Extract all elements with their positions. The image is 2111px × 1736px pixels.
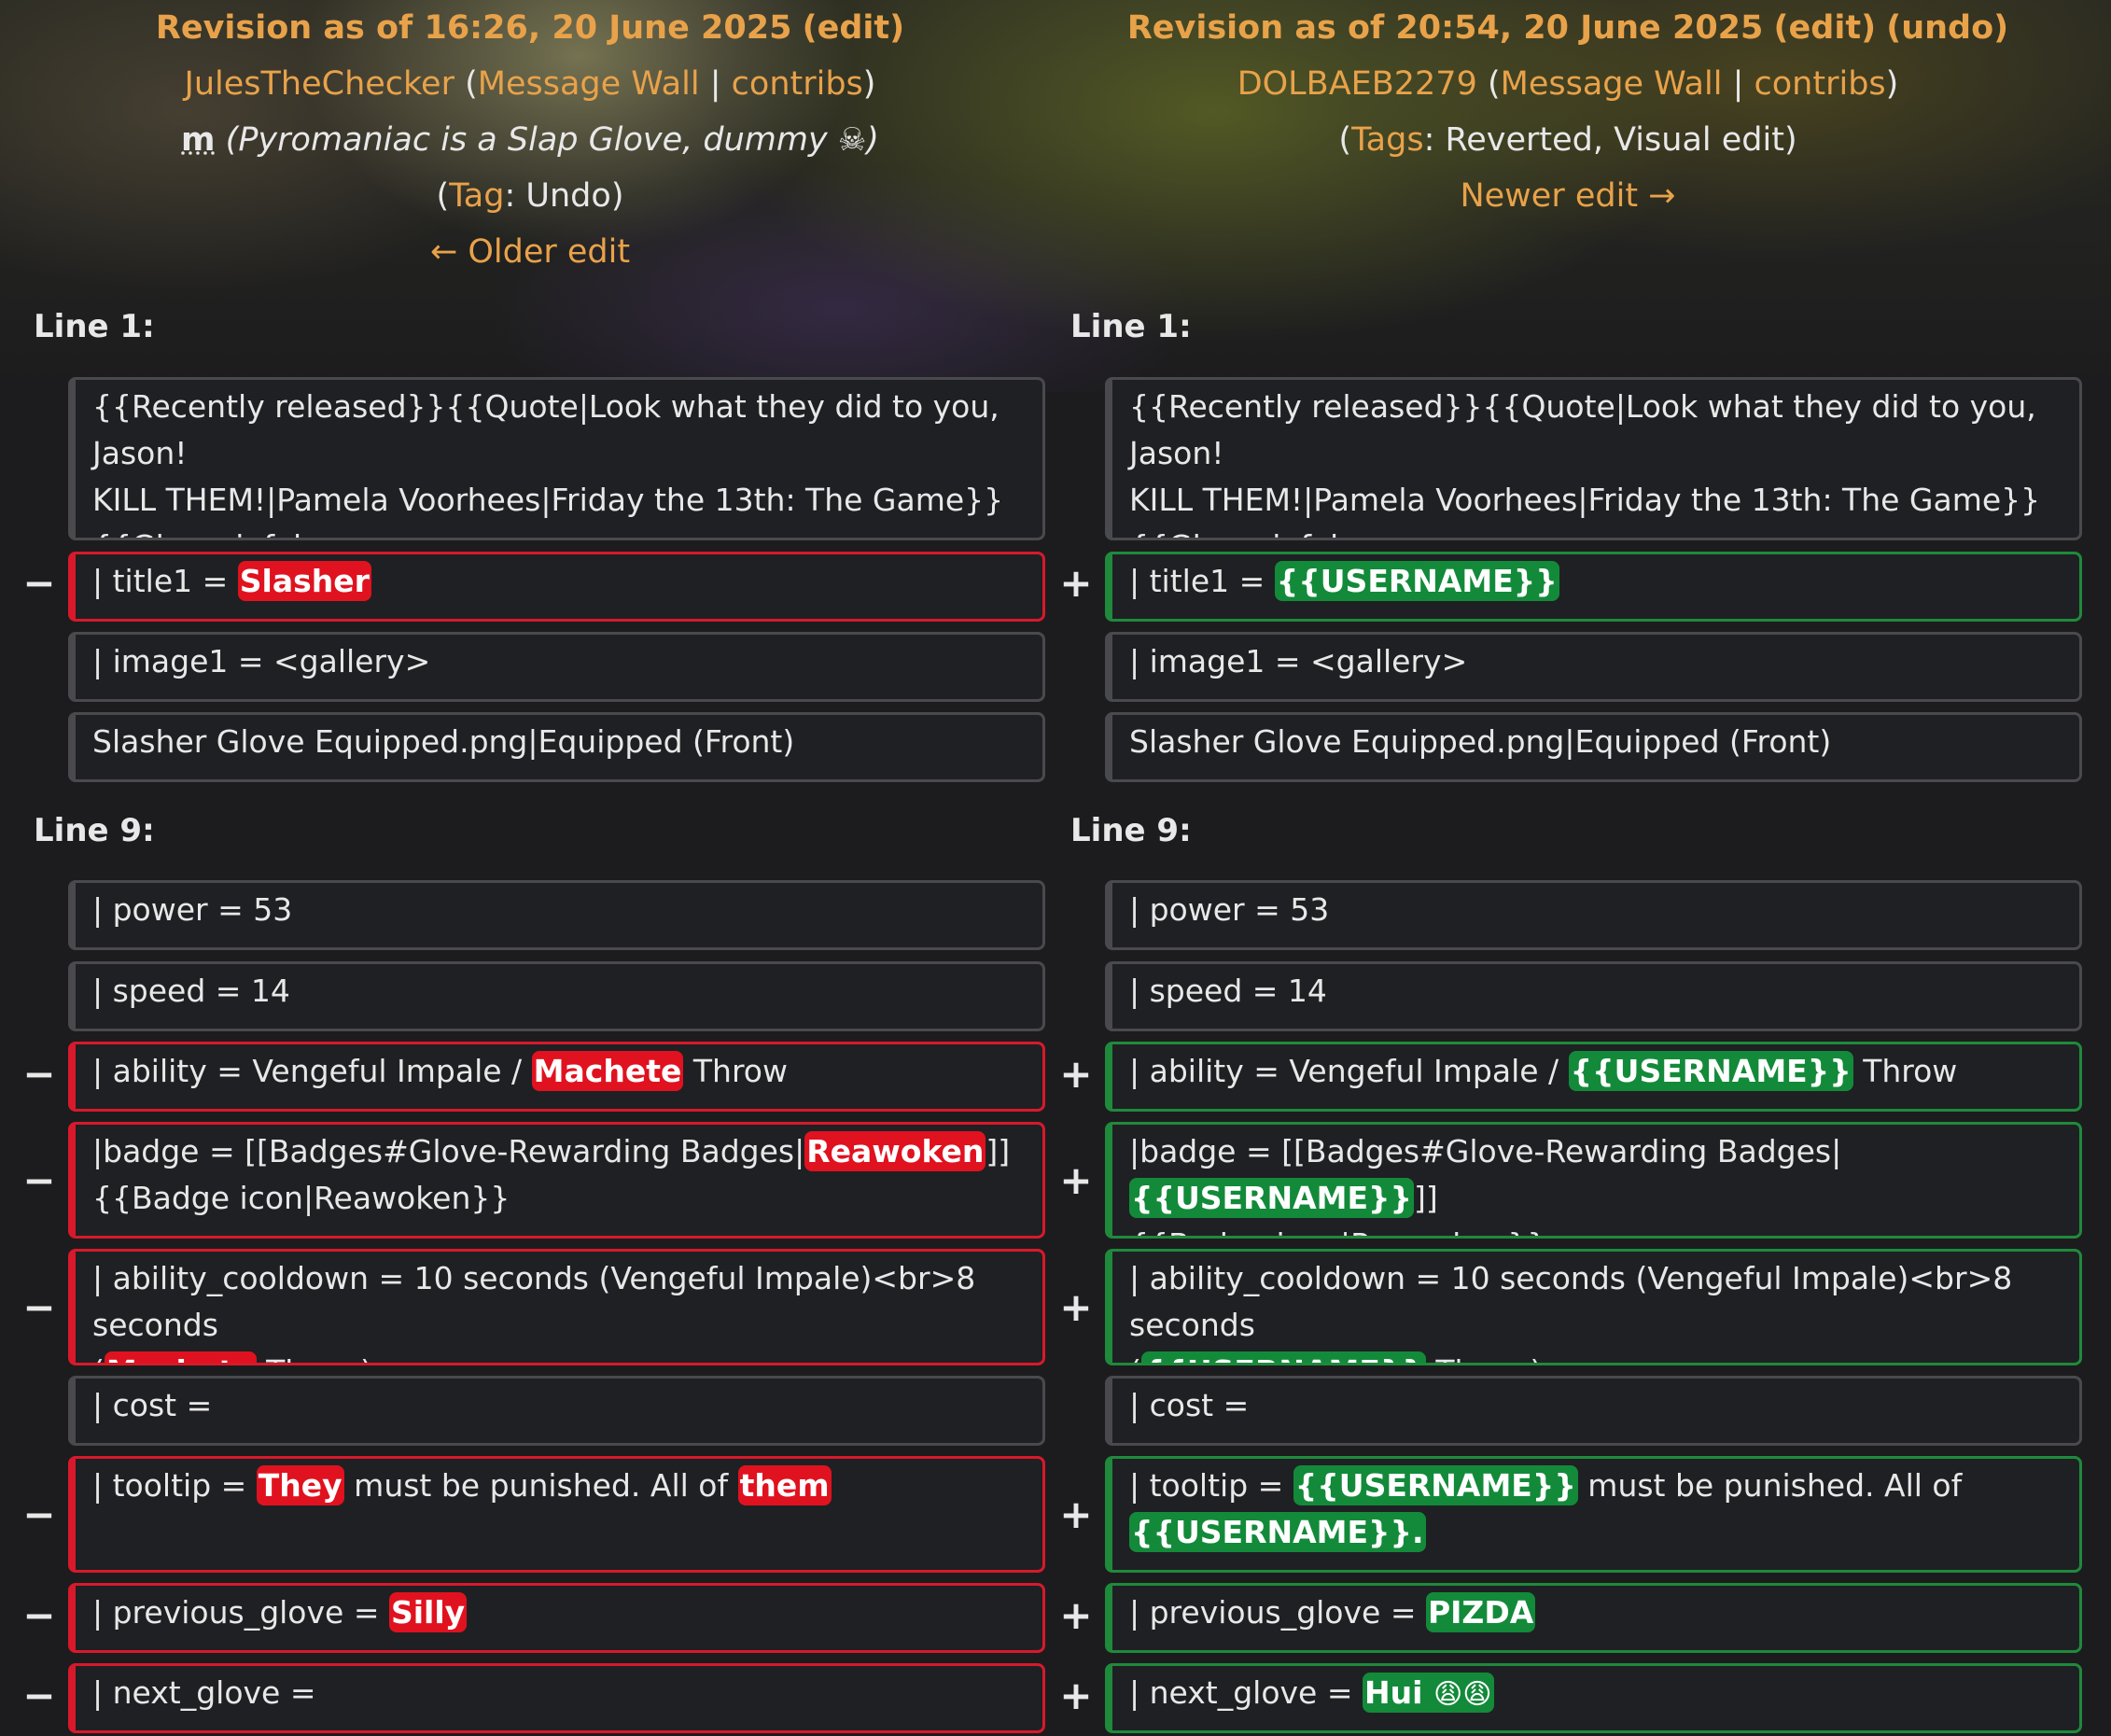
minor-edit-flag: m bbox=[181, 121, 216, 159]
newer-edit-link[interactable]: Newer edit → bbox=[1460, 177, 1675, 215]
new-revision-user[interactable]: DOLBAEB2279 bbox=[1237, 65, 1477, 103]
removed-text: Machete bbox=[531, 1051, 684, 1091]
new-revision-message-wall[interactable]: Message Wall bbox=[1501, 65, 1723, 103]
removed-line-marker: − bbox=[22, 1673, 56, 1718]
diff-context-row: {{Recently released}}{{Quote|Look what t… bbox=[68, 377, 1045, 540]
added-line-marker: + bbox=[1059, 1592, 1093, 1638]
removed-line-marker: − bbox=[22, 1491, 56, 1537]
diff-removed-row: | title1 = Slasher bbox=[68, 552, 1045, 622]
old-revision-user-line: JulesTheChecker (Message Wall | contribs… bbox=[184, 65, 876, 103]
removed-line-marker: − bbox=[22, 1284, 56, 1330]
removed-line-marker: − bbox=[22, 1051, 56, 1097]
diff-added-row: | next_glove = Hui 😩😩 bbox=[1105, 1663, 2082, 1733]
old-revision-contribs[interactable]: contribs bbox=[732, 65, 863, 103]
diff-added-row: | previous_glove = PIZDA bbox=[1105, 1583, 2082, 1653]
added-text: {{USERNAME}} bbox=[1568, 1051, 1853, 1091]
new-revision-contribs[interactable]: contribs bbox=[1755, 65, 1886, 103]
added-line-marker: + bbox=[1059, 1491, 1093, 1537]
diff-removed-row: | ability_cooldown = 10 seconds (Vengefu… bbox=[68, 1249, 1045, 1365]
diff-removed-row: | tooltip = They must be punished. All o… bbox=[68, 1456, 1045, 1573]
diff-removed-row: | previous_glove = Silly bbox=[68, 1583, 1045, 1653]
old-revision-tags-line: (Tag: Undo) bbox=[436, 177, 624, 215]
removed-text: Slasher bbox=[237, 561, 371, 601]
old-revision-tags-link[interactable]: Tag bbox=[449, 177, 504, 215]
diff-context-row: {{Recently released}}{{Quote|Look what t… bbox=[1105, 377, 2082, 540]
removed-text: Reawoken bbox=[804, 1131, 986, 1171]
old-revision-message-wall[interactable]: Message Wall bbox=[478, 65, 700, 103]
old-revision-header: Revision as of 16:26, 20 June 2025 (edit… bbox=[63, 0, 997, 280]
old-revision-title-line: Revision as of 16:26, 20 June 2025 (edit… bbox=[155, 9, 905, 47]
new-revision-tags-line: (Tags: Reverted, Visual edit) bbox=[1338, 121, 1797, 159]
added-text: Hui 😩😩 bbox=[1363, 1673, 1494, 1713]
added-text: {{USERNAME}} bbox=[1293, 1465, 1578, 1505]
diff-context-row: Slasher Glove Equipped.png|Equipped (Fro… bbox=[68, 712, 1045, 782]
diff-added-row: |badge = [[Badges#Glove-Rewarding Badges… bbox=[1105, 1122, 2082, 1239]
diff-context-row: | speed = 14 bbox=[68, 961, 1045, 1031]
old-revision-user[interactable]: JulesTheChecker bbox=[185, 65, 454, 103]
old-revision-summary-line: m (Pyromaniac is a Slap Glove, dummy ☠) bbox=[181, 121, 879, 159]
undo-link[interactable]: undo bbox=[1901, 9, 1993, 47]
edit-summary: Pyromaniac is a Slap Glove, dummy bbox=[238, 121, 828, 159]
old-revision-title[interactable]: Revision as of 16:26, 20 June 2025 bbox=[156, 9, 792, 47]
diff-removed-row: | next_glove = bbox=[68, 1663, 1045, 1733]
old-revision-edit-link[interactable]: edit bbox=[818, 9, 890, 47]
diff-added-row: | ability_cooldown = 10 seconds (Vengefu… bbox=[1105, 1249, 2082, 1365]
new-revision-user-line: DOLBAEB2279 (Message Wall | contribs) bbox=[1237, 65, 1899, 103]
diff-added-row: | tooltip = {{USERNAME}} must be punishe… bbox=[1105, 1456, 2082, 1573]
new-revision-tags: Reverted, Visual edit bbox=[1445, 121, 1784, 159]
added-text: PIZDA bbox=[1425, 1592, 1536, 1632]
added-text: {{USERNAME}} bbox=[1129, 1178, 1415, 1218]
diff-removed-row: | ability = Vengeful Impale / Machete Th… bbox=[68, 1042, 1045, 1112]
added-line-marker: + bbox=[1059, 1051, 1093, 1097]
diff-context-row: | speed = 14 bbox=[1105, 961, 2082, 1031]
diff-context-row: | power = 53 bbox=[1105, 880, 2082, 950]
diff-added-row: | title1 = {{USERNAME}} bbox=[1105, 552, 2082, 622]
added-line-marker: + bbox=[1059, 1673, 1093, 1718]
added-text: {{USERNAME}} bbox=[1274, 561, 1559, 601]
added-text: {{USERNAME}} bbox=[1140, 1351, 1426, 1363]
added-line-marker: + bbox=[1059, 560, 1093, 606]
removed-text: Machete bbox=[104, 1351, 257, 1363]
new-revision-header: Revision as of 20:54, 20 June 2025 (edit… bbox=[1101, 0, 2034, 224]
diff-context-row: | image1 = <gallery> bbox=[1105, 632, 2082, 702]
new-revision-title-line: Revision as of 20:54, 20 June 2025 (edit… bbox=[1126, 9, 2009, 47]
new-line-1-label: Line 1: bbox=[1070, 308, 1192, 345]
older-edit-link[interactable]: ← Older edit bbox=[430, 233, 630, 271]
diff-context-row: | cost = bbox=[68, 1376, 1045, 1446]
diff-added-row: | ability = Vengeful Impale / {{USERNAME… bbox=[1105, 1042, 2082, 1112]
old-revision-tags: Undo bbox=[525, 177, 611, 215]
diff-context-row: | power = 53 bbox=[68, 880, 1045, 950]
removed-text: They bbox=[256, 1465, 344, 1505]
diff-removed-row: |badge = [[Badges#Glove-Rewarding Badges… bbox=[68, 1122, 1045, 1239]
old-line-1-label: Line 1: bbox=[34, 308, 155, 345]
new-revision-tags-link[interactable]: Tags bbox=[1351, 121, 1424, 159]
diff-context-row: | image1 = <gallery> bbox=[68, 632, 1045, 702]
diff-context-row: | cost = bbox=[1105, 1376, 2082, 1446]
new-revision-title[interactable]: Revision as of 20:54, 20 June 2025 bbox=[1127, 9, 1764, 47]
weary-face-icon: 😩😩 bbox=[1433, 1678, 1492, 1711]
skull-icon: ☠ bbox=[837, 121, 867, 159]
added-text: {{USERNAME}}. bbox=[1129, 1512, 1426, 1552]
removed-line-marker: − bbox=[22, 1592, 56, 1638]
removed-text: Silly bbox=[388, 1592, 468, 1632]
new-line-9-label: Line 9: bbox=[1070, 812, 1192, 849]
diff-context-row: Slasher Glove Equipped.png|Equipped (Fro… bbox=[1105, 712, 2082, 782]
added-line-marker: + bbox=[1059, 1284, 1093, 1330]
old-line-9-label: Line 9: bbox=[34, 812, 155, 849]
removed-line-marker: − bbox=[22, 1157, 56, 1203]
added-line-marker: + bbox=[1059, 1157, 1093, 1203]
new-revision-edit-link[interactable]: edit bbox=[1789, 9, 1862, 47]
removed-line-marker: − bbox=[22, 560, 56, 606]
removed-text: them bbox=[737, 1465, 832, 1505]
